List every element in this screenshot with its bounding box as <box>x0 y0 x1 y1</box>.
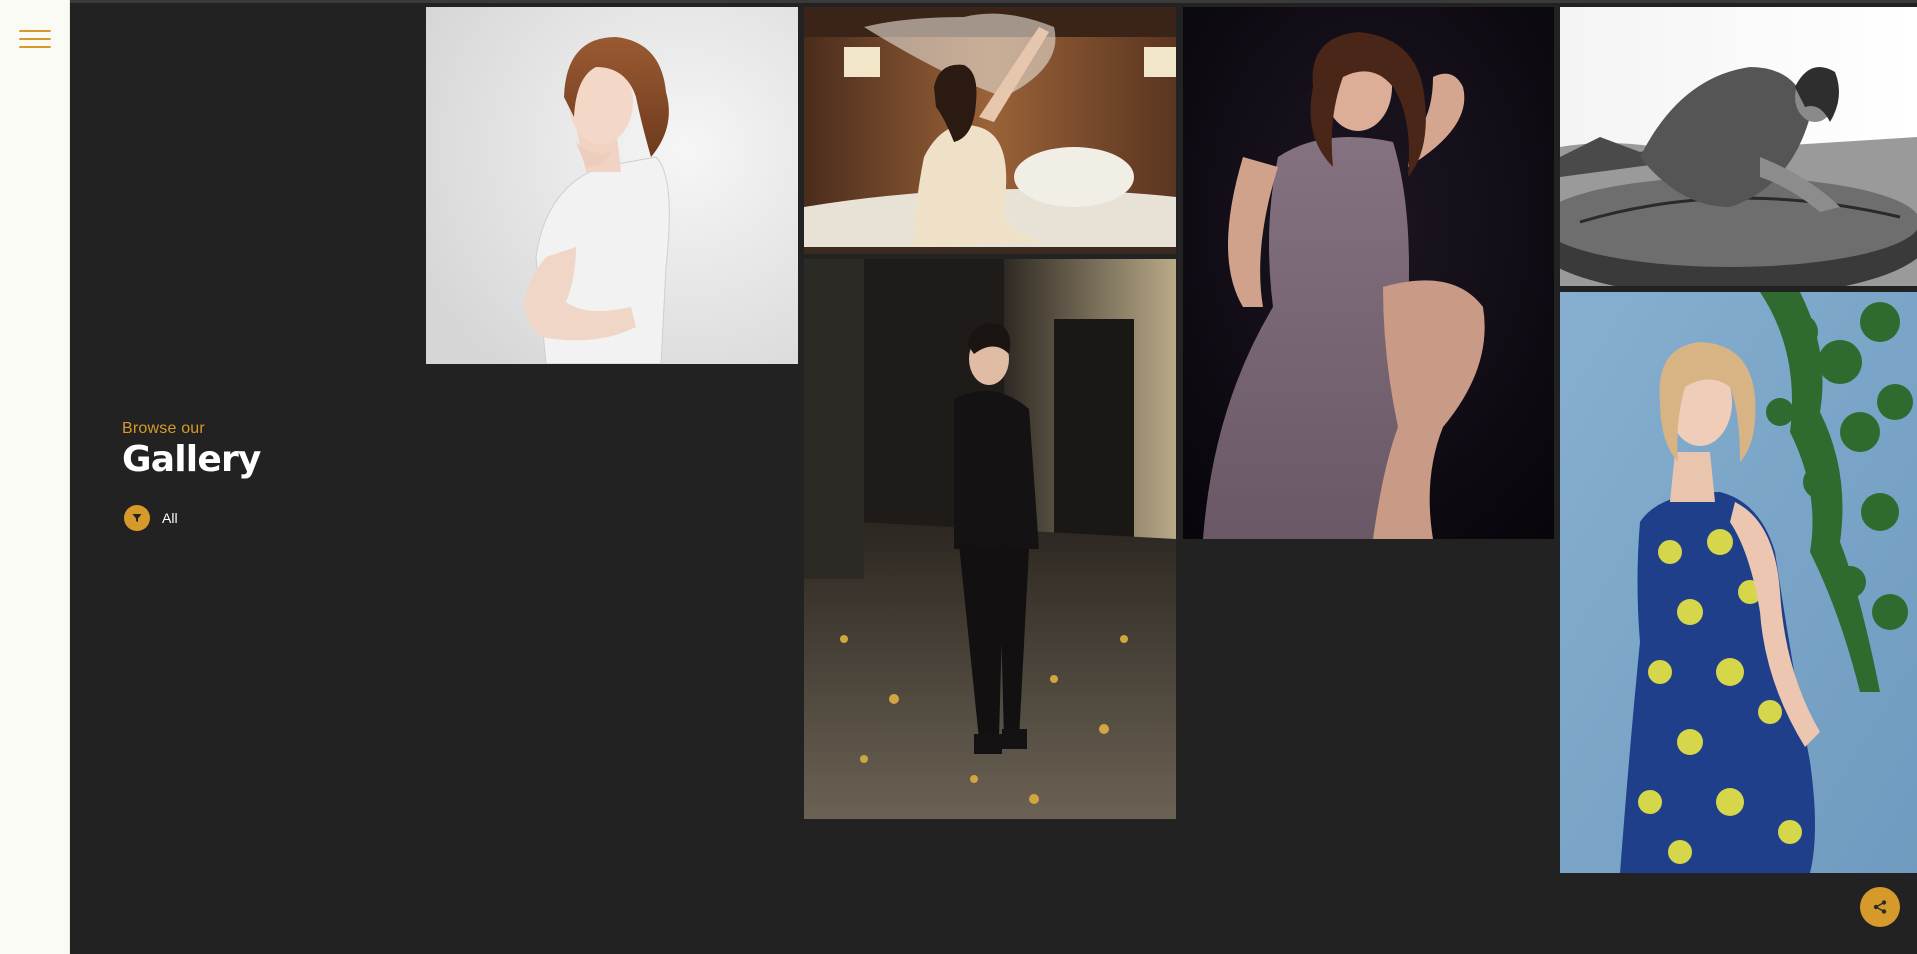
page-title: Gallery <box>122 439 261 480</box>
photo-bedroom <box>804 7 1176 254</box>
hamburger-menu-icon[interactable] <box>19 28 51 50</box>
heading-subtitle: Browse our <box>122 420 205 437</box>
gallery-item-6[interactable] <box>1560 292 1917 873</box>
gallery-item-5[interactable] <box>1560 7 1917 286</box>
filter-icon <box>124 505 150 531</box>
photo-mauve-dress <box>1183 7 1554 539</box>
filter-all-button[interactable]: All <box>124 505 178 531</box>
photo-white-top <box>426 7 798 364</box>
sidebar <box>0 0 70 954</box>
gallery-item-3[interactable] <box>804 259 1176 819</box>
gallery-item-2[interactable] <box>804 7 1176 254</box>
photo-ivy-wall <box>1560 292 1917 873</box>
photo-alley <box>804 259 1176 819</box>
gallery-heading: Browse our Gallery <box>122 420 261 480</box>
gallery-item-1[interactable] <box>426 7 798 364</box>
gallery-page: Browse our Gallery All <box>0 0 1917 954</box>
gallery-item-4[interactable] <box>1183 7 1554 539</box>
filter-label: All <box>162 510 178 526</box>
top-strip <box>0 0 1917 3</box>
share-icon[interactable] <box>1860 887 1900 927</box>
photo-hay-bale <box>1560 7 1917 286</box>
